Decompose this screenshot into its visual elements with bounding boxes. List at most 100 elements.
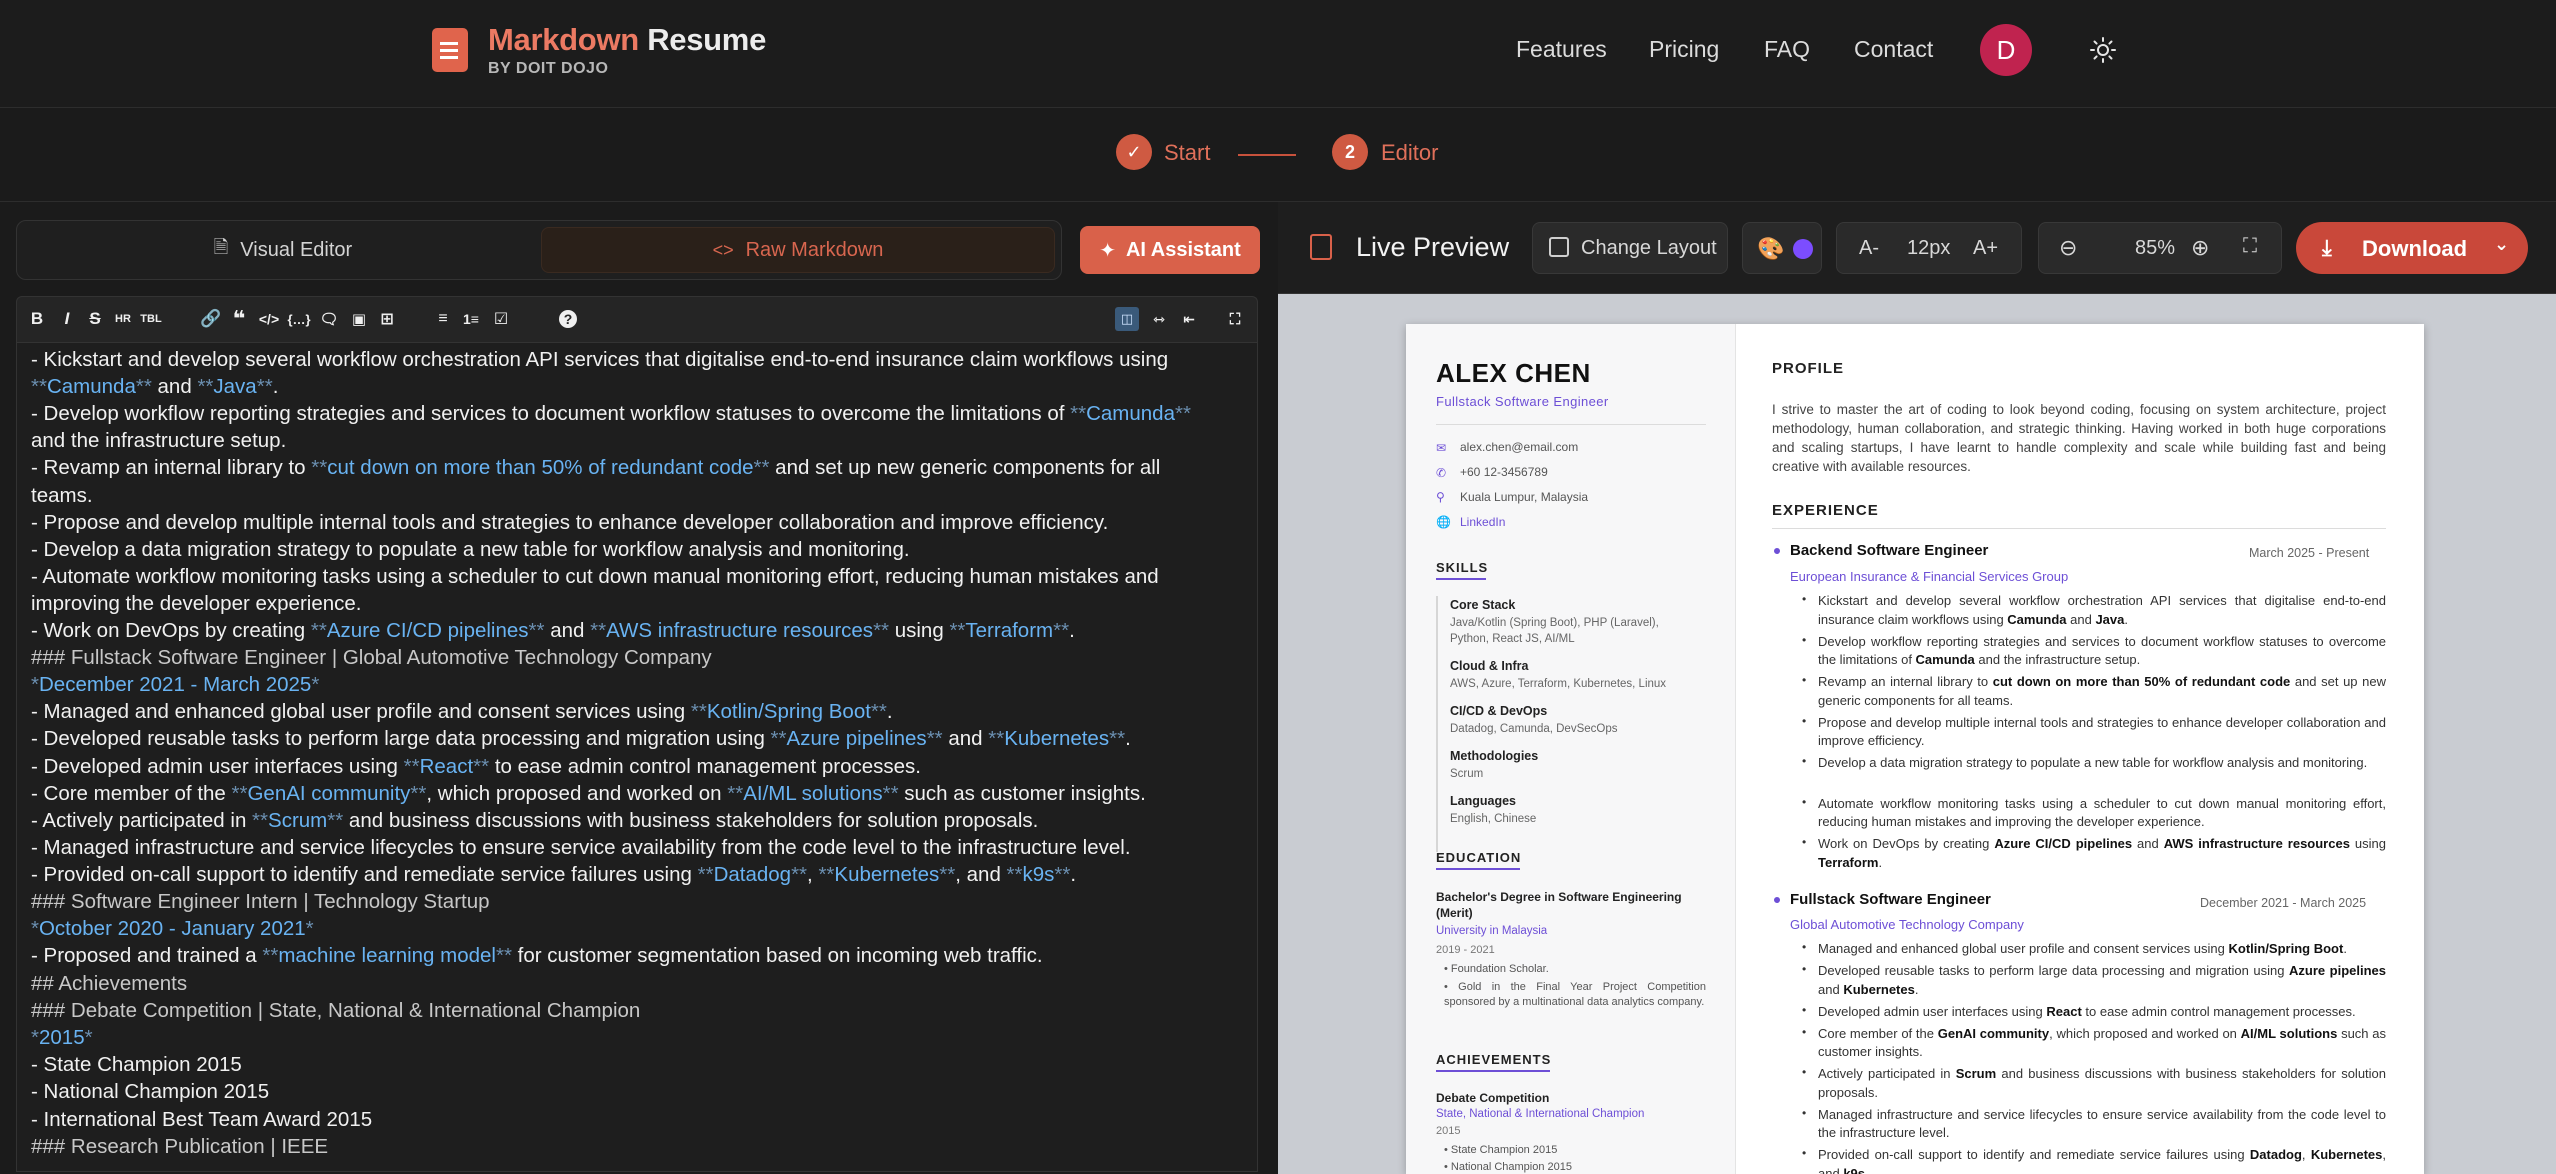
preview-title: Live Preview <box>1356 232 1510 262</box>
skill-detail: AWS, Azure, Terraform, Kubernetes, Linux <box>1450 678 1667 690</box>
preview-only-icon[interactable]: ⇤ <box>1177 307 1201 331</box>
strikethrough-icon[interactable]: S <box>83 307 107 331</box>
table-icon[interactable]: TBL <box>139 307 163 331</box>
horizontal-rule-icon[interactable]: HR <box>111 307 135 331</box>
editor-line: teams. <box>31 484 93 507</box>
job-company: Global Automotive Technology Company <box>1790 917 2024 932</box>
editor-panel: 🗎 Visual Editor <> Raw Markdown ✦ AI Assist… <box>0 202 1270 1174</box>
logo-icon[interactable] <box>432 28 468 72</box>
skill-title: Core Stack <box>1450 598 1516 612</box>
job-bullet: Revamp an internal library to cut down o… <box>1818 674 2386 708</box>
resume-phone: +60 12-3456789 <box>1460 465 1548 479</box>
progress-stepper: ✓ Start 2 Editor <box>0 108 2556 202</box>
fullscreen-icon[interactable]: ⛶ <box>1223 307 1247 331</box>
job-title: Fullstack Software Engineer <box>1790 891 1991 908</box>
tab-visual-editor[interactable]: 🗎 Visual Editor <box>23 227 543 273</box>
editor-line: - Core member of the **GenAI community**… <box>31 782 1146 805</box>
achievement-bullet: • State Champion 2015 <box>1444 1144 1558 1156</box>
bullet-marker: • <box>1802 632 1807 647</box>
bullet-marker: • <box>1802 1065 1807 1079</box>
edu-degree-merit: (Merit) <box>1436 906 1473 920</box>
bullet-marker: • <box>1802 1024 1807 1039</box>
bullet-marker: • <box>1802 1146 1807 1160</box>
bullet-list-icon[interactable]: ≡ <box>431 307 455 331</box>
font-increase-button[interactable]: A+ <box>1973 237 1998 260</box>
timeline-dot <box>1774 897 1780 903</box>
skill-detail: Java/Kotlin (Spring Boot), PHP (Laravel)… <box>1450 617 1659 629</box>
sun-icon[interactable] <box>2090 37 2116 63</box>
side-by-side-icon[interactable]: ⇿ <box>1147 307 1171 331</box>
skill-title: Methodologies <box>1450 749 1539 763</box>
globe-icon: 🌐 <box>1436 515 1451 529</box>
numbered-list-icon[interactable]: 1≡ <box>459 307 483 331</box>
step-connector <box>1238 154 1296 156</box>
zoom-out-icon[interactable]: ⊖ <box>2059 235 2077 261</box>
job-company: European Insurance & Financial Services … <box>1790 569 2069 584</box>
quote-icon[interactable]: ❝ <box>227 306 251 331</box>
skill-detail: Python, React JS, AI/ML <box>1450 633 1575 645</box>
skill-title: CI/CD & DevOps <box>1450 704 1548 718</box>
job-bullet: Actively participated in Scrum and busin… <box>1818 1066 2387 1100</box>
checklist-icon[interactable]: ☑ <box>489 307 513 331</box>
resume-linkedin[interactable]: LinkedIn <box>1460 515 1505 529</box>
zoom-in-icon[interactable]: ⊕ <box>2191 235 2209 261</box>
job-bullet: Work on DevOps by creating Azure CI/CD p… <box>1818 836 2386 870</box>
italic-icon[interactable]: I <box>55 307 79 331</box>
help-icon[interactable]: ? <box>559 310 577 328</box>
download-button[interactable]: ⤓ Download ⌄ <box>2296 222 2528 274</box>
link-icon[interactable]: 🔗 <box>199 307 223 331</box>
color-theme-button[interactable]: 🎨 <box>1742 222 1822 274</box>
nav-contact[interactable]: Contact <box>1854 36 1933 63</box>
editor-line: - Managed and enhanced global user profi… <box>31 700 893 723</box>
editor-line: *December 2021 - March 2025* <box>31 673 320 696</box>
skill-title: Languages <box>1450 794 1516 808</box>
step-start-label[interactable]: Start <box>1164 140 1210 166</box>
user-avatar[interactable]: D <box>1980 24 2032 76</box>
achievement-year: 2015 <box>1436 1125 1461 1137</box>
nav-pricing[interactable]: Pricing <box>1649 36 1719 63</box>
logo-title[interactable]: Markdown Resume <box>488 22 766 58</box>
code-icon[interactable]: </> <box>257 307 281 331</box>
step-editor-number[interactable]: 2 <box>1332 134 1368 170</box>
font-decrease-button[interactable]: A- <box>1859 237 1879 260</box>
location-icon: ⚲ <box>1436 490 1445 504</box>
file-icon <box>1310 234 1332 260</box>
chevron-down-icon[interactable]: ⌄ <box>2494 234 2509 255</box>
image-icon[interactable]: ▣ <box>347 307 371 331</box>
editor-line: - Revamp an internal library to **cut do… <box>31 456 1161 479</box>
palette-icon: 🎨 <box>1757 236 1785 261</box>
editor-line: - State Champion 2015 <box>31 1053 242 1076</box>
job-bullet: Provided on-call support to identify and… <box>1818 1147 2386 1174</box>
editor-line: - Managed infrastructure and service lif… <box>31 836 1131 859</box>
change-layout-button[interactable]: Change Layout <box>1532 222 1728 274</box>
fit-screen-icon[interactable]: ⛶ <box>2243 235 2257 258</box>
phone-icon: ✆ <box>1436 466 1447 480</box>
tab-raw-markdown[interactable]: <> Raw Markdown <box>541 227 1055 273</box>
edu-years: 2019 - 2021 <box>1436 944 1495 956</box>
timeline-dot <box>1774 548 1780 554</box>
logo-subtitle: BY DOIT DOJO <box>488 60 609 77</box>
editor-line: - Kickstart and develop several workflow… <box>31 348 1169 371</box>
editor-mode-tabs: 🗎 Visual Editor <> Raw Markdown <box>16 220 1062 280</box>
step-editor-label[interactable]: Editor <box>1381 140 1438 166</box>
editor-line: - Provided on-call support to identify a… <box>31 863 1077 886</box>
job-dates: December 2021 - March 2025 <box>2200 896 2367 910</box>
profile-text: I strive to master the art of coding to … <box>1772 402 2386 474</box>
resume-name: ALEX CHEN <box>1436 358 1591 388</box>
editor-line: *2015* <box>31 1026 93 1049</box>
ai-assistant-button[interactable]: ✦ AI Assistant <box>1080 226 1260 274</box>
markdown-textarea[interactable]: - Kickstart and develop several workflow… <box>16 342 1258 1172</box>
bold-icon[interactable]: B <box>25 307 49 331</box>
skills-bar <box>1436 596 1438 852</box>
grid-icon[interactable]: ⊞ <box>375 307 399 331</box>
editor-line: - Actively participated in **Scrum** and… <box>31 809 1039 832</box>
editor-line: - Develop a data migration strategy to p… <box>31 538 910 561</box>
nav-faq[interactable]: FAQ <box>1764 36 1810 63</box>
split-view-icon[interactable]: ◫ <box>1115 307 1139 331</box>
comment-icon[interactable]: 🗨 <box>317 307 341 331</box>
step-start-check-icon[interactable]: ✓ <box>1116 134 1152 170</box>
bullet-marker: • <box>1802 673 1807 687</box>
resume-sidebar: ALEX CHEN Fullstack Software Engineer ✉ … <box>1406 324 1736 1174</box>
nav-features[interactable]: Features <box>1516 36 1607 63</box>
code-block-icon[interactable]: {…} <box>287 307 311 331</box>
